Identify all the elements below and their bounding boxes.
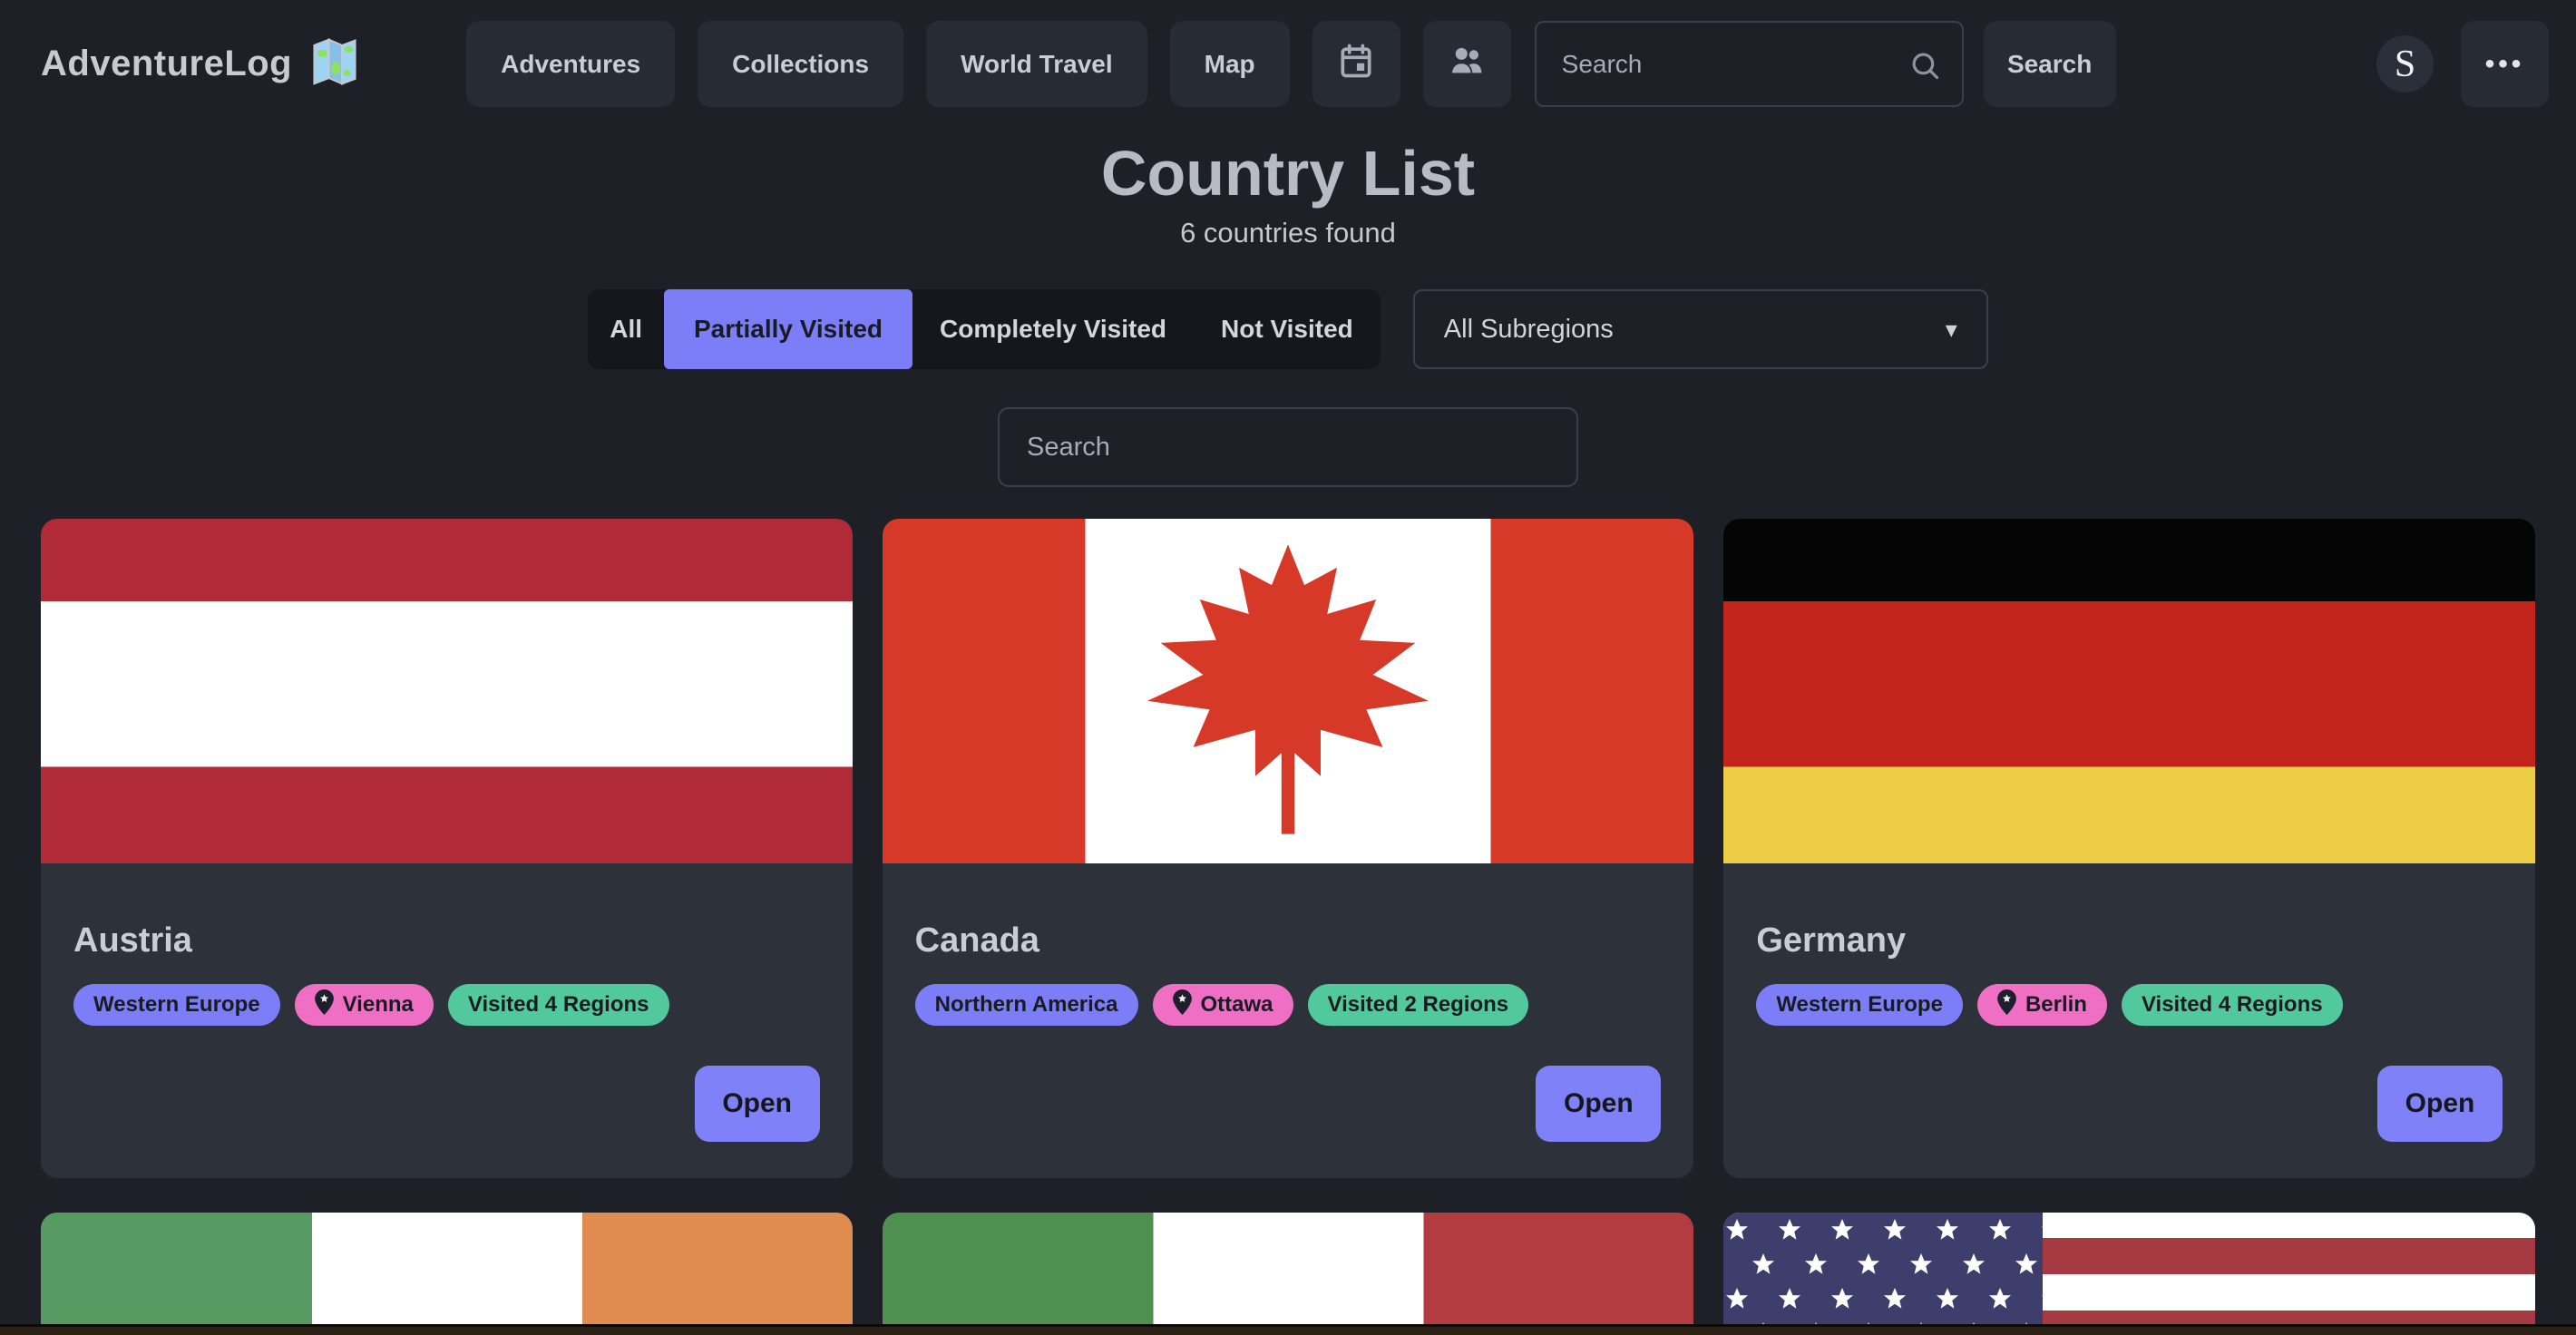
country-flag-germany [1723, 519, 2535, 863]
capital-label: Ottawa [1201, 992, 1273, 1018]
country-card: Austria Western Europe Vienna Visited 4 … [41, 519, 853, 1178]
open-button[interactable]: Open [2377, 1066, 2503, 1142]
header-right: S ••• [2376, 21, 2549, 107]
subregion-selected-value: All Subregions [1444, 315, 1614, 345]
country-card-partial [41, 1213, 853, 1335]
screen-bottom-edge [0, 1324, 2576, 1335]
capital-badge: Vienna [295, 984, 434, 1026]
capital-badge: Berlin [1977, 984, 2107, 1026]
country-search-input[interactable] [1000, 409, 1576, 485]
visited-filter-tabs: All Partially Visited Completely Visited… [588, 289, 1381, 369]
country-card-partial [883, 1213, 1694, 1335]
avatar-initial: S [2395, 43, 2415, 86]
maple-leaf-icon [1125, 539, 1451, 844]
calendar-icon [1336, 41, 1376, 87]
users-icon [1446, 40, 1488, 88]
capital-label: Vienna [343, 992, 414, 1018]
app-name: AdventureLog [41, 44, 292, 84]
page-title: Country List [0, 137, 2576, 210]
tab-all[interactable]: All [588, 289, 664, 369]
header-search-input[interactable] [1537, 23, 1962, 105]
country-name: Germany [1756, 921, 2503, 960]
visited-regions-badge: Visited 2 Regions [1308, 984, 1529, 1026]
results-count: 6 countries found [0, 217, 2576, 249]
more-options-button[interactable]: ••• [2461, 21, 2549, 107]
country-grid: Austria Western Europe Vienna Visited 4 … [41, 519, 2535, 1335]
tab-not-visited[interactable]: Not Visited [1194, 289, 1381, 369]
usa-canton-stars [1723, 1213, 2043, 1335]
open-button[interactable]: Open [1536, 1066, 1661, 1142]
country-flag-austria [41, 519, 853, 863]
app-logo[interactable]: AdventureLog [41, 35, 361, 93]
country-flag-ireland [41, 1213, 853, 1335]
header-search [1535, 21, 1964, 107]
nav-item-map[interactable]: Map [1170, 21, 1290, 107]
header-search-button[interactable]: Search [1984, 21, 2116, 107]
calendar-button[interactable] [1312, 21, 1400, 107]
map-pin-icon [1173, 989, 1192, 1021]
tab-completely-visited[interactable]: Completely Visited [912, 289, 1194, 369]
visited-regions-badge: Visited 4 Regions [448, 984, 669, 1026]
region-badge: Western Europe [1756, 984, 1963, 1026]
filter-row: All Partially Visited Completely Visited… [0, 289, 2576, 369]
region-badge: Western Europe [73, 984, 280, 1026]
map-logo-icon [308, 35, 361, 93]
main-nav: Adventures Collections World Travel Map [466, 21, 1511, 107]
nav-item-adventures[interactable]: Adventures [466, 21, 675, 107]
capital-badge: Ottawa [1153, 984, 1293, 1026]
country-name: Austria [73, 921, 820, 960]
map-pin-icon [1997, 989, 2016, 1021]
nav-item-world-travel[interactable]: World Travel [926, 21, 1147, 107]
tab-partially-visited[interactable]: Partially Visited [664, 289, 912, 369]
map-pin-icon [315, 989, 334, 1021]
search-icon [1908, 48, 1942, 87]
country-card: Canada Northern America Ottawa Visited 2… [883, 519, 1694, 1178]
country-card-partial [1723, 1213, 2535, 1335]
country-name: Canada [915, 921, 1662, 960]
visited-regions-badge: Visited 4 Regions [2122, 984, 2343, 1026]
country-search [998, 407, 1578, 487]
country-flag-italy [883, 1213, 1694, 1335]
capital-label: Berlin [2025, 992, 2087, 1018]
users-button[interactable] [1423, 21, 1511, 107]
open-button[interactable]: Open [695, 1066, 820, 1142]
top-navbar: AdventureLog Adventures Collections Worl… [0, 0, 2576, 128]
region-badge: Northern America [915, 984, 1138, 1026]
country-card: Germany Western Europe Berlin Visited 4 … [1723, 519, 2535, 1178]
avatar[interactable]: S [2376, 35, 2434, 93]
nav-item-collections[interactable]: Collections [698, 21, 903, 107]
country-flag-canada [883, 519, 1694, 863]
country-flag-usa [1723, 1213, 2535, 1335]
ellipsis-icon: ••• [2485, 51, 2525, 78]
subregion-select[interactable]: All Subregions ▾ [1413, 289, 1988, 369]
chevron-down-icon: ▾ [1946, 316, 1957, 344]
